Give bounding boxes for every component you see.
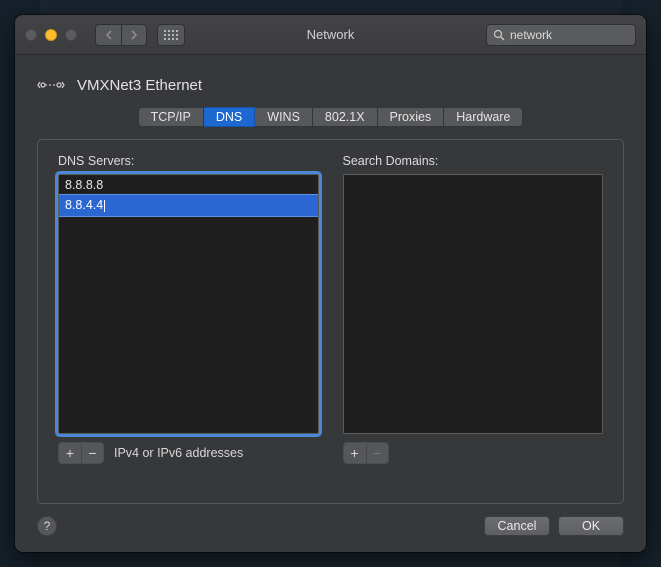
minimize-window-button[interactable] xyxy=(45,29,57,41)
interface-header: VMXNet3 Ethernet xyxy=(37,73,624,97)
tab-tcpip[interactable]: TCP/IP xyxy=(138,107,204,127)
add-dns-server-button[interactable]: + xyxy=(59,443,81,463)
search-domains-add-remove: + − xyxy=(343,442,389,464)
cancel-button[interactable]: Cancel xyxy=(484,516,550,536)
help-button[interactable]: ? xyxy=(37,516,57,536)
dns-servers-list[interactable]: 8.8.8.8 8.8.4.4 xyxy=(58,174,319,434)
tab-hardware[interactable]: Hardware xyxy=(444,107,523,127)
search-input[interactable] xyxy=(510,28,646,42)
dns-server-row[interactable]: 8.8.8.8 xyxy=(59,175,318,195)
dns-servers-column: DNS Servers: 8.8.8.8 8.8.4.4 + − IPv4 or… xyxy=(58,154,319,489)
search-domains-column: Search Domains: + − xyxy=(343,154,604,489)
tab-wins[interactable]: WINS xyxy=(255,107,313,127)
content-area: VMXNet3 Ethernet TCP/IP DNS WINS 802.1X … xyxy=(15,55,646,552)
dns-server-row[interactable]: 8.8.4.4 xyxy=(59,195,318,215)
search-icon xyxy=(493,29,505,41)
dns-servers-add-remove: + − xyxy=(58,442,104,464)
show-all-button[interactable] xyxy=(157,24,185,46)
preferences-window: Network ✕ VMXNet3 Ethernet xyxy=(15,15,646,552)
toolbar: Network ✕ xyxy=(15,15,646,55)
close-window-button[interactable] xyxy=(25,29,37,41)
forward-button[interactable] xyxy=(121,24,147,46)
footer: ? Cancel OK xyxy=(37,516,624,536)
dns-hint: IPv4 or IPv6 addresses xyxy=(114,446,243,460)
interface-name: VMXNet3 Ethernet xyxy=(77,77,202,94)
tab-dns[interactable]: DNS xyxy=(204,107,255,127)
nav-controls xyxy=(95,24,147,46)
remove-dns-server-button[interactable]: − xyxy=(81,443,103,463)
tab-bar: TCP/IP DNS WINS 802.1X Proxies Hardware xyxy=(138,107,524,127)
tab-8021x[interactable]: 802.1X xyxy=(313,107,378,127)
zoom-window-button[interactable] xyxy=(65,29,77,41)
search-domains-list[interactable] xyxy=(343,174,604,434)
tab-proxies[interactable]: Proxies xyxy=(378,107,445,127)
text-cursor xyxy=(104,200,105,212)
ok-button[interactable]: OK xyxy=(558,516,624,536)
dns-server-value: 8.8.4.4 xyxy=(65,198,103,212)
ethernet-icon xyxy=(37,73,65,97)
dns-servers-label: DNS Servers: xyxy=(58,154,319,168)
back-button[interactable] xyxy=(95,24,121,46)
remove-search-domain-button[interactable]: − xyxy=(366,443,388,463)
search-field[interactable]: ✕ xyxy=(486,24,636,46)
search-domains-label: Search Domains: xyxy=(343,154,604,168)
add-search-domain-button[interactable]: + xyxy=(344,443,366,463)
window-controls xyxy=(25,29,77,41)
dns-panel: DNS Servers: 8.8.8.8 8.8.4.4 + − IPv4 or… xyxy=(37,139,624,504)
